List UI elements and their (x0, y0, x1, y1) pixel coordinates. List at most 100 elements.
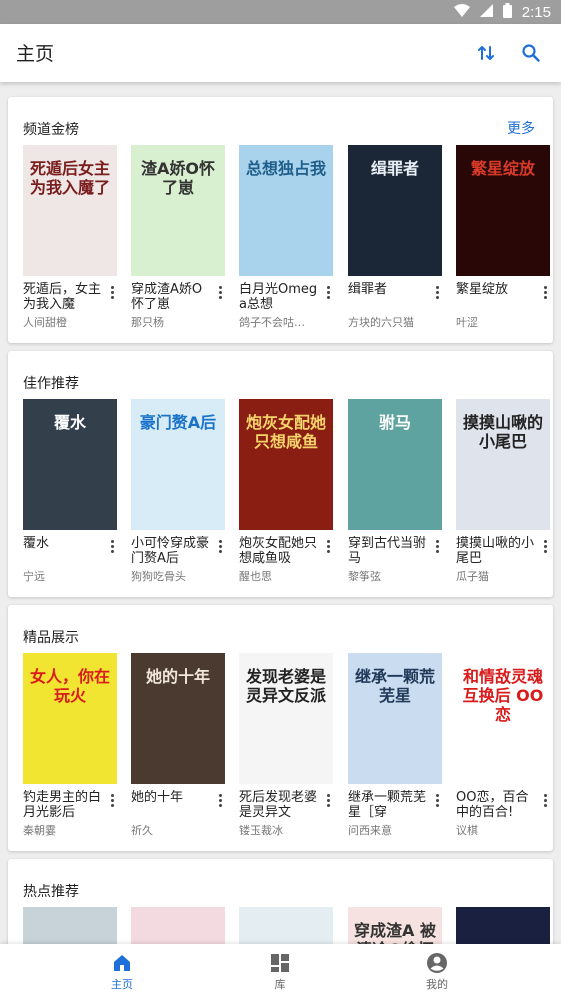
status-time: 2:15 (521, 4, 551, 21)
bottom-nav: 主页 库 我的 (0, 944, 561, 997)
more-vert-icon[interactable] (538, 536, 552, 556)
book-cover[interactable]: 死遁后女主为我入魔了 (23, 145, 117, 276)
book-author: 镂玉裁冰 (239, 824, 283, 837)
book-cover[interactable]: 继承一颗荒芜星 (348, 653, 442, 784)
nav-library[interactable]: 库 (225, 944, 335, 997)
more-vert-icon[interactable] (105, 282, 119, 302)
book-cover[interactable]: 她的十年 (131, 653, 225, 784)
book-cover-text: 缉罪者 (370, 159, 419, 178)
home-icon (114, 955, 130, 971)
more-vert-icon[interactable] (105, 536, 119, 556)
book-author: 祈久 (131, 824, 153, 837)
book-cover-text: 繁星绽放 (470, 159, 535, 178)
book-card[interactable]: 发现老婆是灵异文反派 死后发现老婆是灵异文 镂玉裁冰 (239, 653, 333, 837)
book-title: 炮灰女配她只想咸鱼吸 (239, 536, 318, 566)
app-bar: 主页 (0, 24, 561, 82)
status-bar: 2:15 (0, 0, 561, 24)
book-author: 瓜子猫 (456, 570, 489, 583)
book-card[interactable]: 渣A娇O怀了崽穿成渣A娇O怀了崽那只杨 (131, 145, 225, 329)
more-vert-icon[interactable] (430, 536, 444, 556)
book-cover-text: 覆水 (53, 413, 86, 432)
book-author: 宁远 (23, 570, 45, 583)
book-cover-text: 摸摸山啾的小尾巴 (462, 413, 543, 451)
book-author: 议棋 (456, 824, 478, 837)
nav-profile-label: 我的 (426, 978, 448, 991)
book-card[interactable]: 炮灰女配她只想咸鱼 炮灰女配她只想咸鱼吸 醒也思 (239, 399, 333, 583)
nav-profile[interactable]: 我的 (382, 944, 492, 997)
wifi-icon (453, 4, 470, 21)
book-cover-text: 死遁后女主为我入魔了 (29, 159, 110, 197)
nav-home[interactable]: 主页 (67, 944, 177, 997)
book-cover[interactable]: 豪门赘A后 (131, 399, 225, 530)
book-cover-text: 女人，你在玩火 (29, 667, 110, 705)
more-vert-icon[interactable] (105, 790, 119, 810)
nav-library-label: 库 (274, 978, 286, 991)
account-icon (427, 953, 447, 973)
book-card[interactable]: 繁星绽放 繁星绽放 叶涩 (456, 145, 550, 329)
more-link[interactable]: 更多 (507, 118, 535, 138)
more-vert-icon[interactable] (213, 790, 227, 810)
search-button[interactable] (516, 38, 546, 68)
status-icons: 2:15 (453, 3, 551, 22)
sort-button[interactable] (471, 38, 501, 68)
book-title: 穿到古代当驸马 (348, 536, 427, 566)
more-vert-icon[interactable] (321, 536, 335, 556)
book-card[interactable]: 总想独占我 白月光Omega总想 鸽子不会咕… (239, 145, 333, 329)
more-vert-icon[interactable] (430, 790, 444, 810)
book-cover[interactable]: 总想独占我 (239, 145, 333, 276)
book-card[interactable]: 缉罪者 缉罪者 方块的六只猫 (348, 145, 442, 329)
sort-icon (478, 46, 494, 60)
section-channel-gold-list: 频道金榜 更多 死遁后女主为我入魔了 死遁后，女主为我入魔 人间甜橙 渣A娇O怀了崽穿… (8, 97, 553, 343)
more-vert-icon[interactable] (321, 790, 335, 810)
book-title: 小可怜穿成豪门赘A后 (131, 536, 210, 566)
book-author: 方块的六只猫 (348, 316, 414, 329)
book-cover-text: 驸马 (378, 413, 411, 432)
book-card[interactable]: 继承一颗荒芜星 继承一颗荒芜星［穿 问西来意 (348, 653, 442, 837)
book-card[interactable]: 驸马 穿到古代当驸马 黎筝弦 (348, 399, 442, 583)
book-cover[interactable]: 覆水 (23, 399, 117, 530)
book-author: 鸽子不会咕… (239, 316, 305, 329)
book-cover[interactable]: 驸马 (348, 399, 442, 530)
page-title: 主页 (16, 43, 55, 65)
book-author: 那只杨 (131, 316, 164, 329)
book-card[interactable]: 豪门赘A后 小可怜穿成豪门赘A后 狗狗吃骨头 (131, 399, 225, 583)
book-card[interactable]: 她的十年 她的十年 祈久 (131, 653, 225, 837)
book-author: 秦朝霎 (23, 824, 56, 837)
section-featured: 精品展示 女人，你在玩火 钓走男主的白月光影后 秦朝霎 她的十年 她的十年 祈久 发现老婆是… (8, 605, 553, 851)
library-grid-icon (271, 954, 289, 972)
book-cover[interactable]: 和情敌灵魂互换后 OO恋 (456, 653, 550, 784)
search-icon (522, 44, 540, 62)
more-vert-icon[interactable] (538, 790, 552, 810)
signal-icon (479, 4, 493, 21)
book-title: 穿成渣A娇O怀了崽 (131, 282, 203, 312)
book-cover[interactable]: 渣A娇O怀了崽 (131, 145, 225, 276)
nav-home-label: 主页 (111, 978, 133, 991)
more-vert-icon[interactable] (213, 282, 227, 302)
more-vert-icon[interactable] (430, 282, 444, 302)
book-cover[interactable]: 缉罪者 (348, 145, 442, 276)
more-vert-icon[interactable] (538, 282, 552, 302)
book-cover[interactable]: 摸摸山啾的小尾巴 (456, 399, 550, 530)
book-cover[interactable]: 炮灰女配她只想咸鱼 (239, 399, 333, 530)
book-title: 她的十年 (131, 790, 184, 805)
book-cover[interactable]: 女人，你在玩火 (23, 653, 117, 784)
book-cover-text: 她的十年 (145, 667, 210, 686)
book-title: 覆水 (23, 536, 50, 551)
book-cover[interactable]: 繁星绽放 (456, 145, 550, 276)
section-title: 精品展示 (23, 630, 79, 646)
more-vert-icon[interactable] (321, 282, 335, 302)
book-cover-text: 渣A娇O怀了崽 (141, 159, 215, 197)
book-cover[interactable]: 发现老婆是灵异文反派 (239, 653, 333, 784)
book-card[interactable]: 覆水 覆水 宁远 (23, 399, 117, 583)
book-title: OO恋，百合中的百合! (456, 790, 529, 820)
book-card[interactable]: 女人，你在玩火钓走男主的白月光影后秦朝霎 (23, 653, 117, 837)
more-vert-icon[interactable] (213, 536, 227, 556)
book-card[interactable]: 死遁后女主为我入魔了 死遁后，女主为我入魔 人间甜橙 (23, 145, 117, 329)
book-cover-text: 豪门赘A后 (139, 413, 217, 432)
book-title: 钓走男主的白月光影后 (23, 790, 102, 820)
book-card[interactable]: 和情敌灵魂互换后 OO恋 OO恋，百合中的百合! 议棋 (456, 653, 550, 837)
book-title: 繁星绽放 (456, 282, 509, 297)
book-card[interactable]: 摸摸山啾的小尾巴 摸摸山啾的小尾巴 瓜子猫 (456, 399, 550, 583)
book-cover-text: 继承一颗荒芜星 (354, 667, 435, 705)
book-cover-text: 和情敌灵魂互换后 OO恋 (462, 667, 544, 724)
